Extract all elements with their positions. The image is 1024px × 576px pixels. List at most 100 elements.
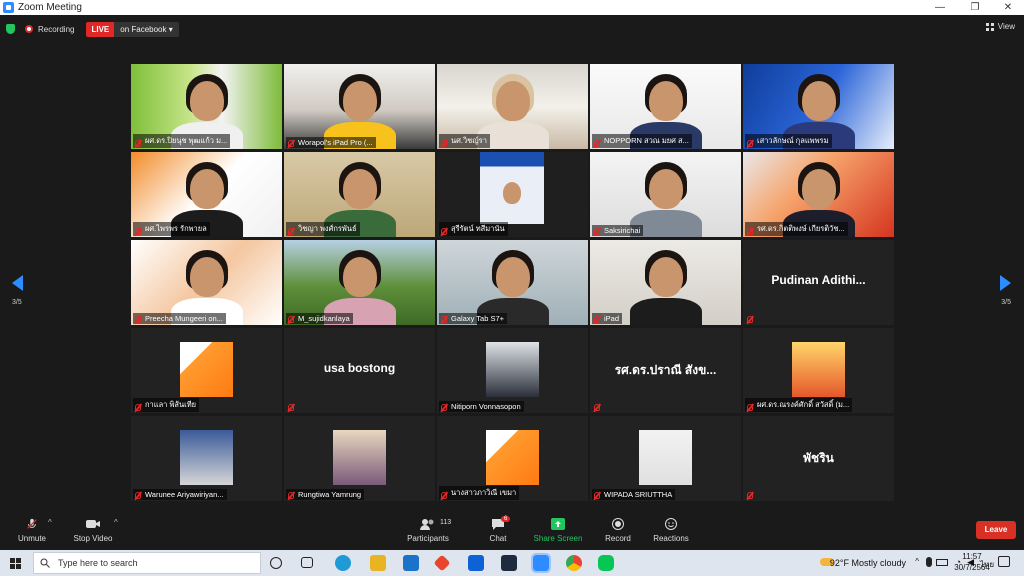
video-tile[interactable]: iPad <box>590 240 741 325</box>
video-tile[interactable]: usa bostong <box>284 328 435 413</box>
participants-button[interactable]: Participants <box>404 510 452 550</box>
video-tile[interactable]: กาแลา พิส้นเทีย <box>131 328 282 413</box>
video-tile[interactable]: สุรีรัตน์ ทสีมานัน <box>437 152 588 237</box>
record-button[interactable]: Record <box>602 510 634 550</box>
video-tile[interactable]: Saksirichai <box>590 152 741 237</box>
muted-mic-icon <box>747 404 753 411</box>
video-tile[interactable]: Warunee Ariyawiriyan... <box>131 416 282 501</box>
participant-face <box>343 81 377 121</box>
audio-options-chevron-icon[interactable]: ^ <box>48 518 52 527</box>
view-button[interactable]: View <box>985 22 1015 31</box>
video-tile[interactable]: ผศ.ดร.ปิยนุช พุฒแก้ว ม... <box>131 64 282 149</box>
video-tile[interactable]: รศ.ดร.ปราณี สังข... <box>590 328 741 413</box>
participant-name-label: NOPPORN สวณ มยศ ส... <box>592 134 692 148</box>
taskbar-search-box[interactable]: Type here to search <box>33 552 261 574</box>
muted-mic-icon <box>441 404 447 411</box>
mail-icon[interactable] <box>403 555 419 571</box>
zoom-app-icon <box>3 2 14 13</box>
muted-mic-icon <box>135 228 141 235</box>
maximize-button[interactable]: ❐ <box>961 0 989 15</box>
tray-expand-chevron-icon[interactable]: ^ <box>915 557 919 566</box>
record-label: Record <box>605 534 631 543</box>
edge-browser-icon[interactable] <box>335 555 351 571</box>
grid-icon <box>985 22 994 31</box>
recording-label[interactable]: Recording <box>38 25 74 34</box>
participant-face <box>190 81 224 121</box>
muted-mic-icon <box>594 404 600 411</box>
title-bar: Zoom Meeting — ❐ ✕ <box>0 0 1024 15</box>
next-page-arrow-icon[interactable] <box>1000 275 1011 291</box>
file-explorer-icon[interactable] <box>370 555 386 571</box>
participant-name-label: เสาวลักษณ์ กุลแพพรม <box>745 134 832 148</box>
video-tile[interactable]: Worapol's iPad Pro (... <box>284 64 435 149</box>
participant-name-label: M_sujidkanlaya <box>286 313 353 324</box>
stop-video-button[interactable]: Stop Video <box>70 510 116 550</box>
encryption-shield-icon[interactable] <box>6 24 15 34</box>
muted-mic-icon <box>288 404 294 411</box>
video-tile[interactable]: ผศ.ไพรพร รักพายล <box>131 152 282 237</box>
video-tile[interactable]: เสาวลักษณ์ กุลแพพรม <box>743 64 894 149</box>
muted-mic-icon <box>747 316 753 323</box>
share-screen-button[interactable]: Share Screen <box>532 510 584 550</box>
video-options-chevron-icon[interactable]: ^ <box>114 518 118 527</box>
participant-name-label: Preecha Mungeeri on... <box>133 313 226 324</box>
dropbox-icon[interactable] <box>468 555 484 571</box>
windows-start-icon[interactable] <box>10 558 21 569</box>
video-tile[interactable]: Galaxy Tab S7+ <box>437 240 588 325</box>
participant-name-label: Rungtiwa Yamrung <box>286 489 365 500</box>
video-tile[interactable]: นางสาวภาวิณี เขมา <box>437 416 588 501</box>
weather-text[interactable]: 92°F Mostly cloudy <box>830 558 906 568</box>
muted-mic-icon <box>288 140 294 147</box>
video-tile[interactable]: นศ.วิชญ์รา <box>437 64 588 149</box>
task-view-icon[interactable] <box>301 557 313 568</box>
participant-face <box>343 257 377 297</box>
muted-mic-icon <box>135 404 141 411</box>
previous-page-arrow-icon[interactable] <box>12 275 23 291</box>
page-indicator-left: 3/5 <box>12 299 22 306</box>
muted-mic-icon <box>288 228 294 235</box>
chrome-icon[interactable] <box>566 555 582 571</box>
cortana-icon[interactable] <box>270 557 282 569</box>
clock-date[interactable]: 30/7/2564 <box>950 563 994 572</box>
battery-icon[interactable] <box>936 559 948 566</box>
participant-face <box>190 257 224 297</box>
video-tile[interactable]: M_sujidkanlaya <box>284 240 435 325</box>
page-indicator-right: 3/5 <box>1001 299 1011 306</box>
live-target-dropdown[interactable]: on Facebook ▾ <box>114 21 179 37</box>
video-tile[interactable]: วิชญา พงศ์กรพันธ์ <box>284 152 435 237</box>
clock-time[interactable]: 11:57 <box>957 552 987 561</box>
video-tile[interactable]: Nitiporn Vonnasopon <box>437 328 588 413</box>
office-app-icon[interactable] <box>433 554 451 572</box>
participant-face <box>802 81 836 121</box>
participant-face <box>649 81 683 121</box>
participants-icon <box>420 519 434 530</box>
muted-mic-icon <box>594 228 600 235</box>
participant-display-name: พัชริน <box>803 451 834 465</box>
minimize-button[interactable]: — <box>926 0 954 15</box>
video-tile[interactable]: WIPADA SRIUTTHA <box>590 416 741 501</box>
unmute-button[interactable]: Unmute <box>14 510 50 550</box>
windows-taskbar: Type here to search 92°F Mostly cloudy ^… <box>0 550 1024 576</box>
video-tile[interactable]: รศ.ดร.กิตติพงษ์ เกียรติวัช... <box>743 152 894 237</box>
muted-mic-icon <box>747 140 753 147</box>
video-tile[interactable]: Pudinan Adithi... <box>743 240 894 325</box>
meeting-toolbar: Unmute ^ Stop Video ^ Participants 113 C… <box>0 510 1024 550</box>
video-tile[interactable]: Rungtiwa Yamrung <box>284 416 435 501</box>
muted-mic-icon <box>747 492 753 499</box>
video-tile[interactable]: Preecha Mungeeri on... <box>131 240 282 325</box>
participant-display-name: Pudinan Adithi... <box>771 273 866 287</box>
reactions-button[interactable]: Reactions <box>651 510 691 550</box>
close-button[interactable]: ✕ <box>994 0 1022 15</box>
video-tile[interactable]: NOPPORN สวณ มยศ ส... <box>590 64 741 149</box>
search-icon <box>40 558 50 568</box>
muted-mic-icon <box>27 518 37 529</box>
code-editor-icon[interactable] <box>501 555 517 571</box>
notification-center-icon[interactable] <box>998 556 1010 567</box>
leave-button[interactable]: Leave <box>976 521 1016 539</box>
video-tile[interactable]: ผศ.ดร.ณรงค์ศักดิ์ สวัสดิ์ (ม... <box>743 328 894 413</box>
video-tile[interactable]: พัชริน <box>743 416 894 501</box>
profile-picture <box>333 430 386 485</box>
zoom-taskbar-icon[interactable] <box>531 553 551 573</box>
stop-video-label: Stop Video <box>73 534 113 543</box>
line-messenger-icon[interactable] <box>598 555 614 571</box>
